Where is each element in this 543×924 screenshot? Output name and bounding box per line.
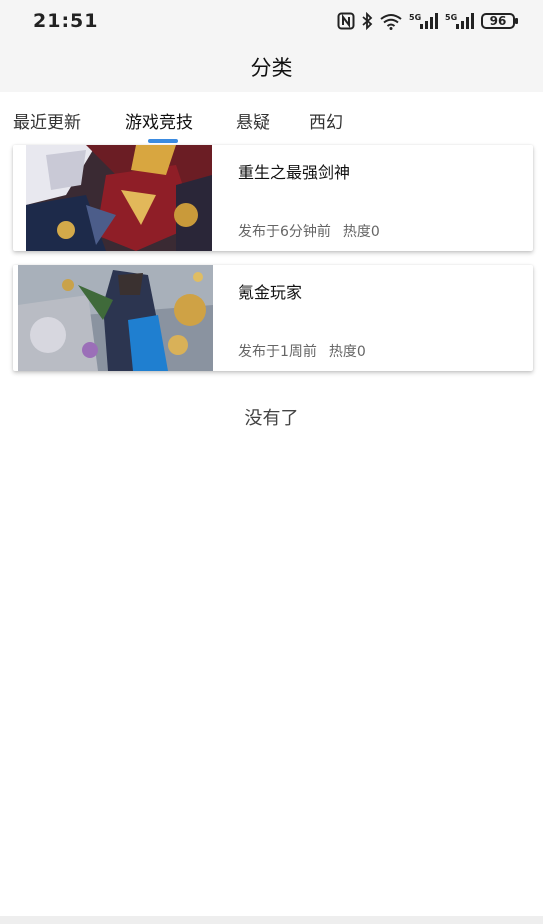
network-label-2: 5G [445, 13, 457, 22]
book-title: 重生之最强剑神 [238, 163, 351, 182]
signal-icon: 5G [445, 13, 474, 29]
wifi-icon [380, 14, 402, 30]
tab-suspense[interactable]: 悬疑 [236, 108, 270, 133]
network-label-1: 5G [409, 13, 421, 22]
active-tab-indicator [148, 139, 178, 143]
book-title: 氪金玩家 [238, 283, 303, 302]
book-meta: 发布于6分钟前 热度0 [238, 221, 380, 241]
book-published-time: 发布于1周前 [238, 344, 317, 360]
status-bar: 21:51 5G 5G 96 [0, 0, 543, 42]
status-time: 21:51 [33, 10, 99, 32]
book-card[interactable]: 氪金玩家 发布于1周前 热度0 [13, 265, 533, 371]
tab-gaming[interactable]: 游戏竞技 [125, 108, 193, 133]
page-title: 分类 [250, 56, 293, 80]
list-end-text: 没有了 [244, 408, 299, 429]
book-card[interactable]: 重生之最强剑神 发布于6分钟前 热度0 [13, 145, 533, 251]
book-heat: 热度0 [328, 344, 366, 360]
bluetooth-icon [362, 12, 373, 30]
header: 分类 [0, 42, 543, 92]
battery-icon: 96 [481, 13, 518, 29]
book-published-time: 发布于6分钟前 [238, 224, 331, 240]
book-meta: 发布于1周前 热度0 [238, 341, 366, 361]
book-heat: 热度0 [342, 224, 380, 240]
status-icons: 5G 5G 96 [337, 11, 518, 31]
book-cover-image [26, 145, 212, 251]
category-tabs: 最近更新 游戏竞技 悬疑 西幻 [0, 92, 543, 144]
book-cover-image [18, 265, 213, 371]
nfc-icon [337, 12, 355, 30]
screen: 21:51 5G 5G 96 分类 最近更新 游戏竞技 悬疑 西幻 重生之最强剑… [0, 0, 543, 924]
bottom-bar [0, 916, 543, 924]
tab-western-fantasy[interactable]: 西幻 [309, 108, 343, 133]
tab-recent-updates[interactable]: 最近更新 [13, 108, 81, 133]
signal-icon: 5G [409, 13, 438, 29]
